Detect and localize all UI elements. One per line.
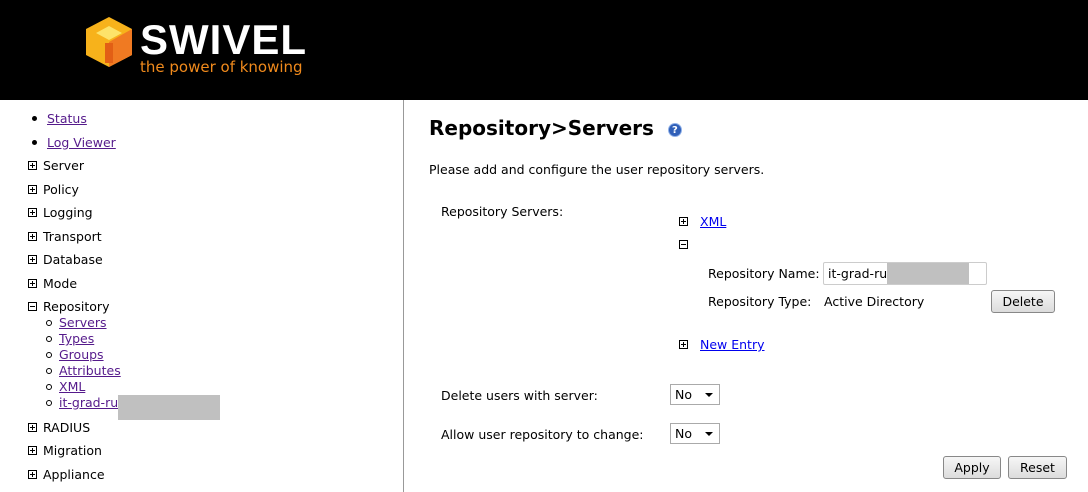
new-entry[interactable]: New Entry [679,337,765,352]
section-label: RADIUS [43,420,91,435]
sidebar-item-status[interactable]: Status [28,110,87,128]
xml-entry-link[interactable]: XML [700,214,726,229]
redacted-area [887,263,970,284]
sidebar-item-radius[interactable]: RADIUS [28,419,90,437]
section-label: Logging [43,205,93,220]
sidebar-item-logging[interactable]: Logging [28,204,93,222]
sidebar-item-migration[interactable]: Migration [28,442,102,460]
bullet-icon [32,116,37,121]
circle-bullet-icon [46,399,52,406]
repo-type-label: Repository Type: [708,294,812,309]
circle-bullet-icon [46,351,52,358]
repo-name-value: it-grad-ru [828,266,888,281]
circle-bullet-icon [46,367,52,374]
section-label: Migration [43,443,102,458]
sidebar-item-transport[interactable]: Transport [28,228,102,246]
section-label: Transport [43,229,102,244]
expand-icon[interactable] [28,161,37,170]
sidebar-item-log-viewer[interactable]: Log Viewer [28,134,116,152]
sidebar-sub-it-grad-ru[interactable]: it-grad-ru [46,395,221,420]
expand-icon[interactable] [28,446,37,455]
collapse-icon[interactable] [679,240,688,249]
sidebar-sub-types[interactable]: Types [46,331,94,347]
status-link[interactable]: Status [47,111,87,126]
expand-icon[interactable] [28,208,37,217]
new-entry-link[interactable]: New Entry [700,337,765,352]
circle-bullet-icon [46,383,52,390]
expand-icon[interactable] [28,255,37,264]
servers-link[interactable]: Servers [59,315,107,330]
sidebar-item-mode[interactable]: Mode [28,275,77,293]
expand-icon[interactable] [679,340,688,349]
delete-users-label: Delete users with server: [441,388,598,403]
it-grad-ru-link[interactable]: it-grad-ru [59,395,118,410]
page-description: Please add and configure the user reposi… [429,162,765,177]
sidebar-item-database[interactable]: Database [28,251,103,269]
header: SWIVEL the power of knowing [0,0,1088,100]
expand-icon[interactable] [28,185,37,194]
sidebar-sub-attributes[interactable]: Attributes [46,363,121,379]
circle-bullet-icon [46,335,52,342]
collapse-icon[interactable] [28,302,37,311]
sidebar-sub-xml[interactable]: XML [46,379,85,395]
section-label: Appliance [43,467,105,482]
expand-icon[interactable] [679,217,688,226]
section-label: Repository [43,299,110,314]
allow-change-label: Allow user repository to change: [441,427,644,442]
repo-type-value: Active Directory [824,294,925,309]
redacted-area [118,395,221,420]
bullet-icon [32,140,37,145]
expand-icon[interactable] [28,423,37,432]
section-label: Server [43,158,84,173]
swivel-logo-icon [86,17,132,67]
logo-wordmark: SWIVEL [140,16,308,63]
apply-button[interactable]: Apply [943,456,1001,479]
xml-entry[interactable]: XML [679,214,726,229]
it-grad-entry-toggle[interactable] [679,237,694,252]
sidebar-item-server[interactable]: Server [28,157,84,175]
logo-tagline: the power of knowing [140,58,303,76]
section-label: Mode [43,276,78,291]
repo-name-label: Repository Name: [708,266,820,281]
page-title: Repository>Servers? [429,116,682,140]
delete-button[interactable]: Delete [991,290,1055,313]
sidebar-item-repository[interactable]: Repository [28,298,109,316]
types-link[interactable]: Types [59,331,94,346]
repo-name-input[interactable]: it-grad-ru [823,262,987,285]
help-icon[interactable]: ? [667,122,682,137]
xml-link[interactable]: XML [59,379,85,394]
expand-icon[interactable] [28,470,37,479]
delete-users-select[interactable]: No [670,384,720,405]
sidebar-item-policy[interactable]: Policy [28,181,79,199]
repo-servers-label: Repository Servers: [441,204,564,219]
expand-icon[interactable] [28,279,37,288]
attributes-link[interactable]: Attributes [59,363,121,378]
sidebar-item-appliance[interactable]: Appliance [28,466,105,484]
section-label: Database [43,252,103,267]
log-viewer-link[interactable]: Log Viewer [47,135,116,150]
reset-button[interactable]: Reset [1008,456,1067,479]
sidebar-sub-groups[interactable]: Groups [46,347,104,363]
sidebar-sub-servers[interactable]: Servers [46,315,107,331]
groups-link[interactable]: Groups [59,347,104,362]
page-title-text: Repository>Servers [429,116,654,140]
section-label: Policy [43,182,79,197]
expand-icon[interactable] [28,232,37,241]
allow-change-select[interactable]: No [670,423,720,444]
circle-bullet-icon [46,319,52,326]
